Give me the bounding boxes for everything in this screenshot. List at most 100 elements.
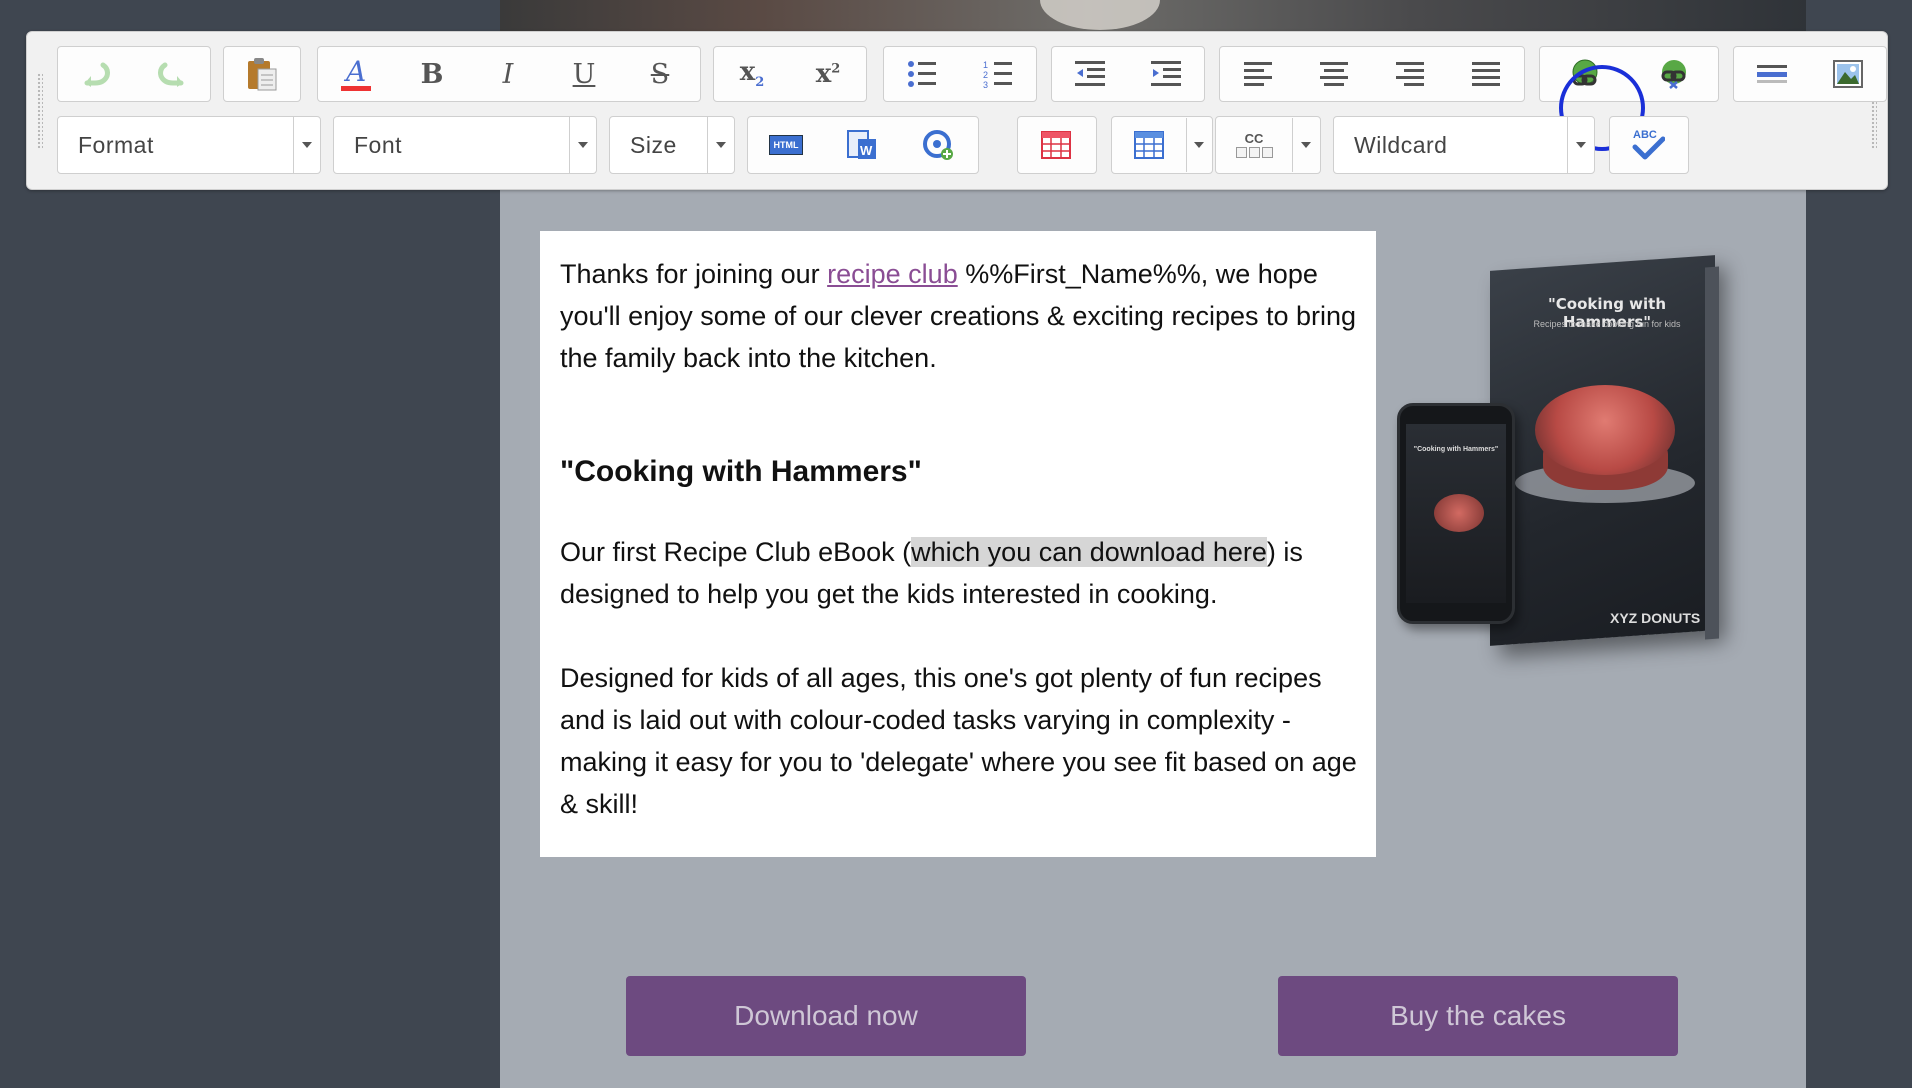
subscript-base: x	[740, 57, 756, 87]
font-dropdown[interactable]: Font	[333, 116, 597, 174]
html-source-icon: HTML	[769, 135, 803, 155]
superscript-button[interactable]: x2	[790, 47, 866, 101]
format-label: Format	[58, 132, 293, 159]
insert-group	[1733, 46, 1887, 102]
table-layout-chevron-down-icon[interactable]	[1186, 118, 1212, 172]
spell-check-button[interactable]: ABC	[1610, 118, 1686, 172]
strikethrough-icon: S	[651, 59, 670, 90]
justify-icon	[1472, 61, 1500, 87]
numbered-list-button[interactable]: 123	[960, 47, 1036, 101]
recipe-club-link[interactable]: recipe club	[827, 259, 958, 289]
table-layout-icon	[1134, 131, 1164, 159]
insert-image-icon	[1833, 60, 1863, 88]
book-subtitle: Recipes to make cooking fun for kids	[1507, 319, 1707, 329]
superscript-sup: 2	[831, 61, 840, 76]
paste-icon	[246, 57, 278, 91]
ebook-heading: "Cooking with Hammers"	[560, 451, 1360, 493]
font-chevron-down-icon[interactable]	[569, 117, 596, 173]
clipboard-group	[223, 46, 301, 102]
bulleted-list-icon	[907, 60, 937, 88]
insert-table-button[interactable]	[1018, 118, 1094, 172]
underline-button[interactable]: U	[546, 47, 622, 101]
redo-button[interactable]	[134, 47, 210, 101]
justify-button[interactable]	[1448, 47, 1524, 101]
wildcard-chevron-down-icon[interactable]	[1567, 117, 1594, 173]
table-layout-group	[1111, 116, 1213, 174]
subscript-button[interactable]: x2	[714, 47, 790, 101]
editor-toolbar: A B I U S x2 x2 123	[26, 31, 1888, 190]
content-card[interactable]: Thanks for joining our recipe club %%Fir…	[540, 231, 1376, 857]
superscript-icon: x2	[816, 59, 841, 89]
svg-text:3: 3	[983, 80, 988, 88]
intro-paragraph: Thanks for joining our recipe club %%Fir…	[560, 253, 1360, 379]
source-group: HTML W	[747, 116, 979, 174]
outdent-button[interactable]	[1052, 47, 1128, 101]
bold-icon: B	[421, 59, 444, 90]
spellcheck-group: ABC	[1609, 116, 1689, 174]
wildcard-label: Wildcard	[1334, 132, 1567, 159]
align-center-button[interactable]	[1296, 47, 1372, 101]
indent-icon	[1151, 60, 1181, 88]
bold-button[interactable]: B	[394, 47, 470, 101]
size-dropdown[interactable]: Size	[609, 116, 735, 174]
insert-tracking-icon	[922, 129, 954, 161]
intro-text-start: Thanks for joining our	[560, 259, 827, 289]
toolbar-grip-left[interactable]	[37, 73, 43, 149]
selected-download-text[interactable]: which you can download here	[911, 537, 1267, 567]
ebook-paragraph: Our first Recipe Club eBook (which you c…	[560, 531, 1360, 615]
italic-button[interactable]: I	[470, 47, 546, 101]
html-source-button[interactable]: HTML	[748, 118, 824, 172]
wildcard-dropdown[interactable]: Wildcard	[1333, 116, 1595, 174]
description-paragraph: Designed for kids of all ages, this one'…	[560, 657, 1360, 825]
align-left-icon	[1244, 61, 1272, 87]
spell-check-icon: ABC	[1631, 129, 1665, 161]
content-text[interactable]: Thanks for joining our recipe club %%Fir…	[560, 253, 1360, 825]
text-color-glyph: A	[346, 55, 366, 88]
undo-button[interactable]	[58, 47, 134, 101]
align-left-button[interactable]	[1220, 47, 1296, 101]
book-spine	[1705, 267, 1719, 640]
font-label: Font	[334, 132, 569, 159]
svg-text:1: 1	[983, 60, 988, 70]
text-color-button[interactable]: A	[318, 47, 394, 101]
superscript-base: x	[816, 59, 832, 89]
text-color-icon: A	[341, 57, 371, 91]
cc-insert-button[interactable]: CC	[1216, 118, 1292, 172]
bulleted-list-button[interactable]	[884, 47, 960, 101]
insert-table-icon	[1041, 131, 1071, 159]
underline-icon: U	[573, 59, 596, 90]
alignment-group	[1219, 46, 1525, 102]
cake-image	[1535, 385, 1675, 475]
size-label: Size	[610, 132, 707, 159]
insert-tracking-button[interactable]	[900, 118, 976, 172]
indent-button[interactable]	[1128, 47, 1204, 101]
align-center-icon	[1320, 61, 1348, 87]
paste-button[interactable]	[224, 47, 300, 101]
text-style-group: A B I U S	[317, 46, 701, 102]
paste-word-button[interactable]: W	[824, 118, 900, 172]
ebook-mockup-image[interactable]: "Cooking with Hammers" Recipes to make c…	[1395, 255, 1755, 655]
horizontal-rule-button[interactable]	[1734, 47, 1810, 101]
align-right-button[interactable]	[1372, 47, 1448, 101]
table-layout-button[interactable]	[1112, 118, 1186, 172]
svg-text:W: W	[860, 143, 873, 158]
strikethrough-button[interactable]: S	[622, 47, 698, 101]
insert-image-button[interactable]	[1810, 47, 1886, 101]
format-dropdown[interactable]: Format	[57, 116, 321, 174]
format-chevron-down-icon[interactable]	[293, 117, 320, 173]
horizontal-rule-icon	[1757, 63, 1787, 85]
book-brand: XYZ DONUTS	[1610, 610, 1700, 626]
buy-cakes-button[interactable]: Buy the cakes	[1278, 976, 1678, 1056]
svg-text:2: 2	[983, 70, 988, 80]
paragraph-gap	[560, 615, 1360, 657]
cc-chevron-down-icon[interactable]	[1292, 118, 1319, 172]
redo-icon	[157, 61, 187, 87]
cc-group: CC	[1215, 116, 1321, 174]
phone-mockup: "Cooking with Hammers"	[1397, 403, 1515, 624]
table-group	[1017, 116, 1097, 174]
cc-insert-label: CC	[1245, 132, 1264, 145]
download-now-button[interactable]: Download now	[626, 976, 1026, 1056]
numbered-list-icon: 123	[983, 60, 1013, 88]
italic-icon: I	[503, 59, 514, 90]
size-chevron-down-icon[interactable]	[707, 117, 734, 173]
